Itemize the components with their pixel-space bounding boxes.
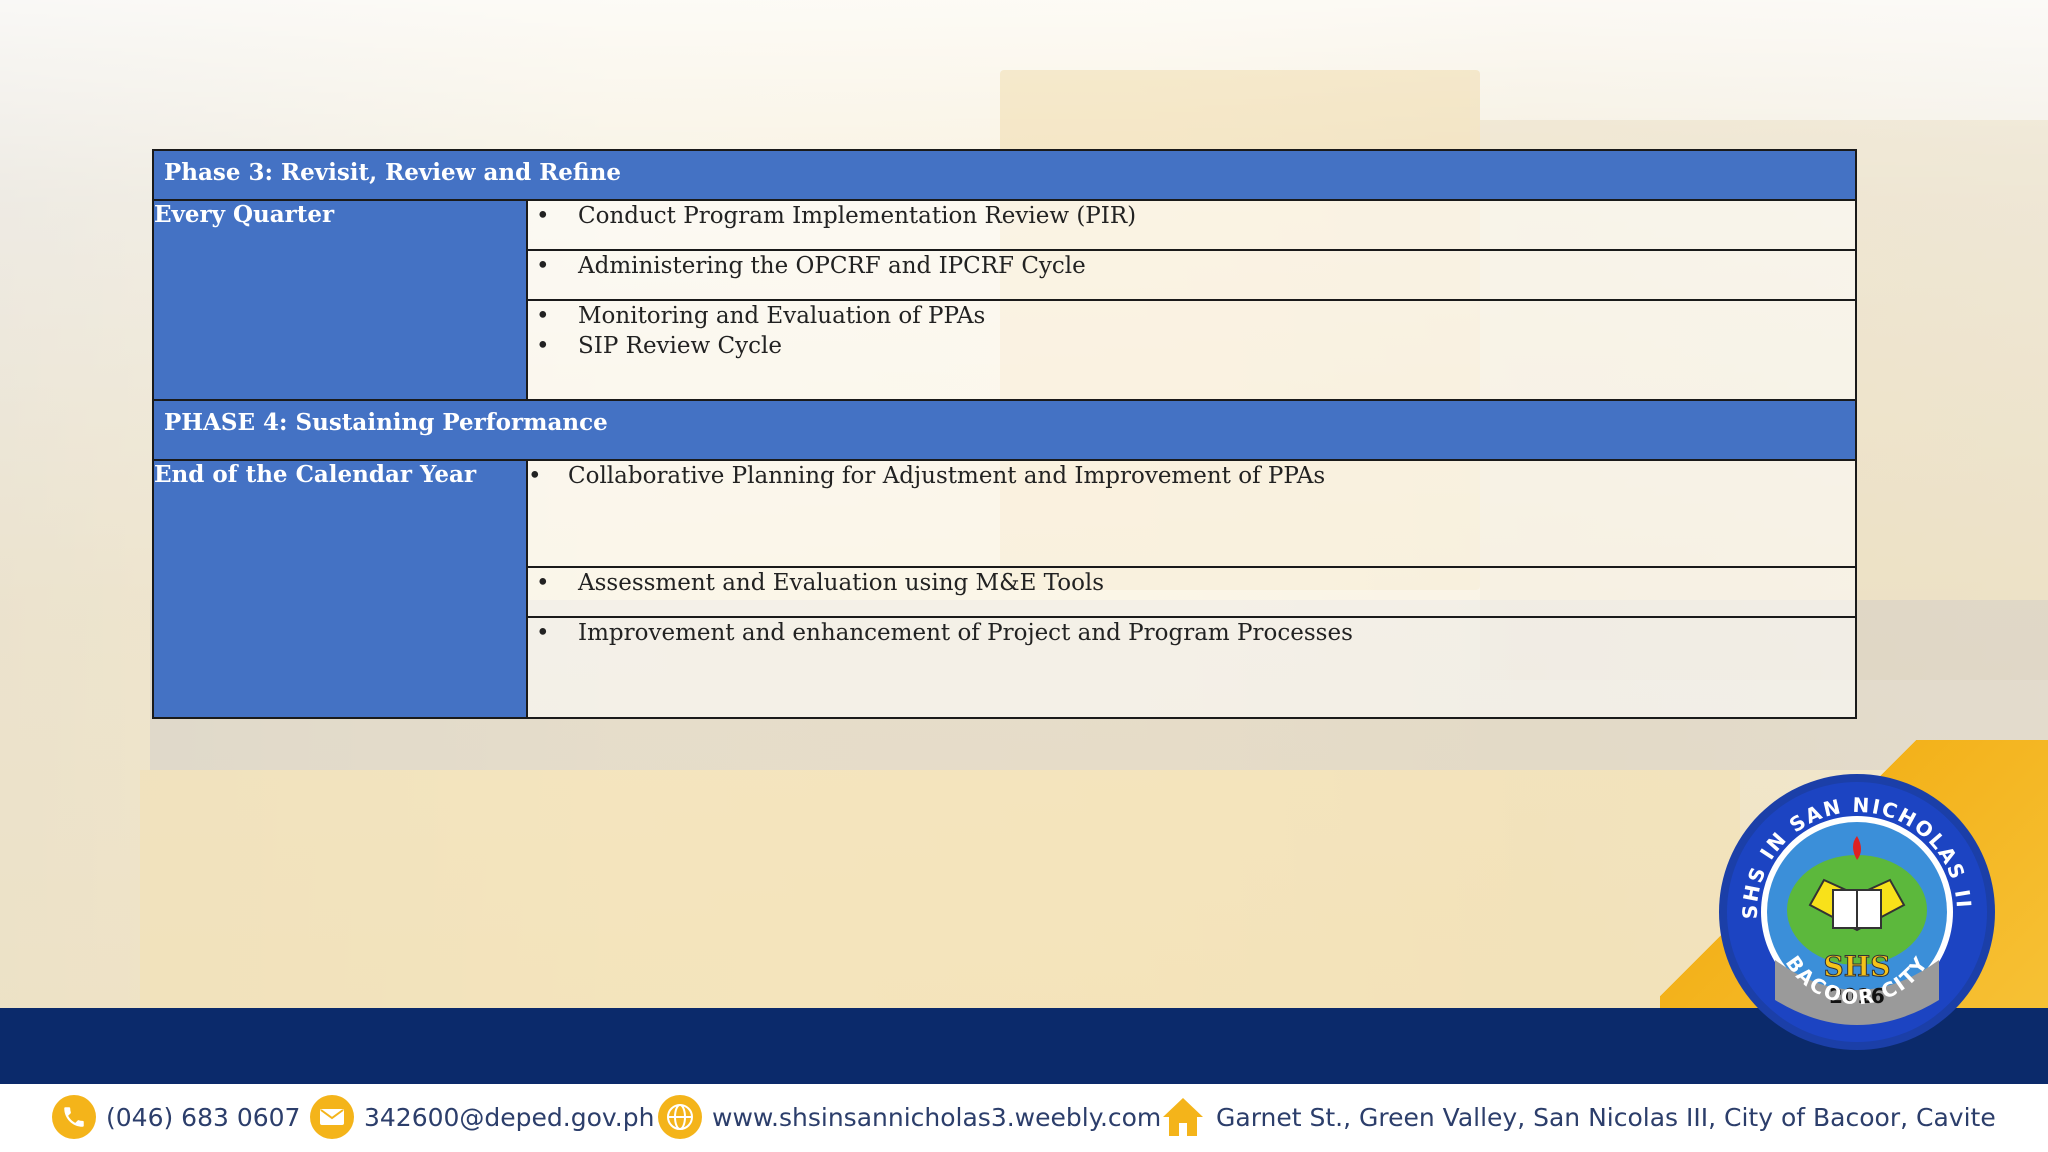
footer-address-text: Garnet St., Green Valley, San Nicolas II… (1216, 1102, 1996, 1132)
footer-website[interactable]: www.shsinsannicholas3.weebly.com (658, 1094, 1161, 1140)
item-text: Improvement and enhancement of Project a… (578, 620, 1353, 646)
bullet-icon: • (536, 203, 550, 229)
footer-phone-text: (046) 683 0607 (106, 1102, 301, 1132)
item-text: Collaborative Planning for Adjustment an… (568, 463, 1326, 489)
phase4-item-3: • Improvement and enhancement of Project … (526, 616, 1857, 719)
home-icon (1160, 1095, 1206, 1139)
mail-icon (310, 1095, 354, 1139)
footer-contact-bar: (046) 683 0607 342600@deped.gov.ph www.s… (0, 1084, 2048, 1152)
seal-center-text: SHS (1824, 950, 1891, 983)
item-text: Monitoring and Evaluation of PPAs (578, 303, 986, 329)
phase-table: Phase 3: Revisit, Review and Refine Ever… (152, 149, 1857, 719)
bullet-icon: • (536, 253, 550, 279)
footer-website-text: www.shsinsannicholas3.weebly.com (712, 1102, 1162, 1132)
footer-email-text: 342600@deped.gov.ph (364, 1102, 655, 1132)
phase4-label: End of the Calendar Year (152, 459, 528, 719)
phase4-header-row: PHASE 4: Sustaining Performance (152, 399, 1857, 461)
globe-icon (658, 1095, 702, 1139)
phase3-item-1: • Conduct Program Implementation Review (… (526, 199, 1857, 251)
school-seal-logo: SHS 2016 SHS IN SAN NICHOLAS III BACOOR … (1710, 751, 2000, 1055)
bullet-icon: • (536, 570, 550, 596)
footer-phone[interactable]: (046) 683 0607 (52, 1094, 300, 1140)
phase3-item-2: • Administering the OPCRF and IPCRF Cycle (526, 249, 1857, 301)
footer-address: Garnet St., Green Valley, San Nicolas II… (1160, 1094, 1996, 1140)
phase3-label: Every Quarter (152, 199, 528, 401)
bullet-icon: • (536, 620, 550, 646)
footer-email[interactable]: 342600@deped.gov.ph (310, 1094, 654, 1140)
item-text: Administering the OPCRF and IPCRF Cycle (578, 253, 1086, 279)
item-text: SIP Review Cycle (578, 333, 782, 359)
item-text: Assessment and Evaluation using M&E Tool… (578, 570, 1105, 596)
phase4-row-1: End of the Calendar Year • Collaborative … (152, 459, 1857, 719)
phase3-item-3: • Monitoring and Evaluation of PPAs • SIP … (526, 299, 1857, 401)
phone-icon (52, 1095, 96, 1139)
phase4-title: PHASE 4: Sustaining Performance (152, 399, 1857, 461)
phase4-item-2: • Assessment and Evaluation using M&E Too… (526, 566, 1857, 618)
bullet-icon: • (536, 333, 550, 359)
item-text: Conduct Program Implementation Review (P… (578, 203, 1137, 229)
phase3-row-1: Every Quarter • Conduct Program Implement… (152, 199, 1857, 401)
background-lower-floor (140, 770, 1740, 1010)
phase3-title: Phase 3: Revisit, Review and Refine (152, 149, 1857, 201)
phase3-header-row: Phase 3: Revisit, Review and Refine (152, 149, 1857, 201)
phase4-item-1: • Collaborative Planning for Adjustment a… (526, 459, 1857, 568)
bullet-icon: • (536, 303, 550, 329)
bullet-icon: • (528, 463, 542, 489)
